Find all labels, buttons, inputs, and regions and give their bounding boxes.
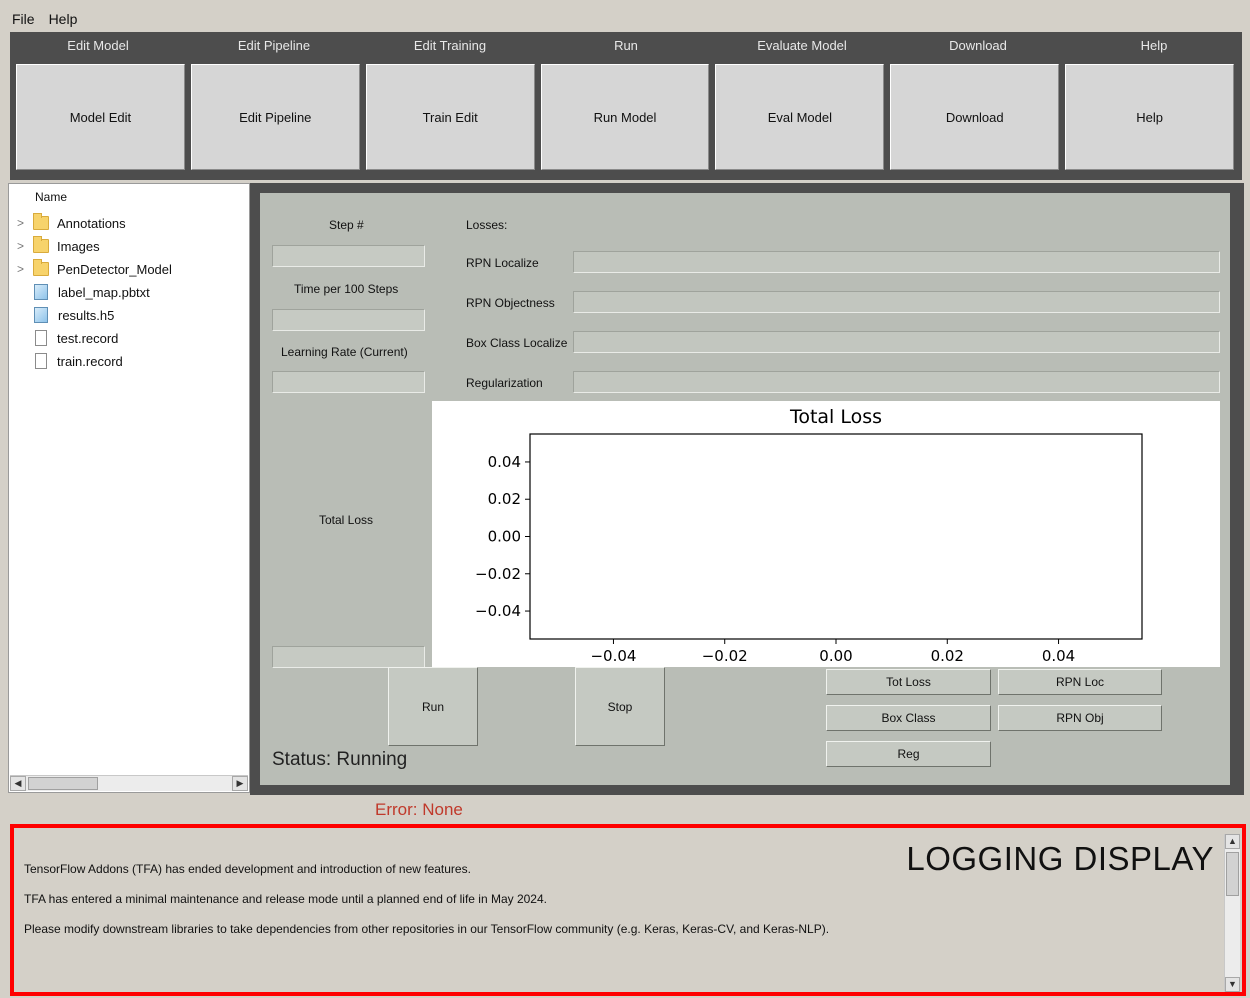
- rpn-localize-field: [573, 251, 1220, 273]
- time-per-100-field: [272, 309, 425, 331]
- tab-row: Edit Model Edit Pipeline Edit Training R…: [10, 32, 1242, 60]
- step-field: [272, 245, 425, 267]
- tab-evaluate-model[interactable]: Evaluate Model: [714, 32, 890, 60]
- tree-item-label: results.h5: [58, 307, 115, 323]
- help-button[interactable]: Help: [1065, 64, 1235, 170]
- y-tick-label: 0.04: [488, 453, 521, 471]
- regularization-label: Regularization: [466, 376, 543, 390]
- plot-frame: [529, 433, 1143, 640]
- log-line: Please modify downstream libraries to ta…: [24, 922, 830, 936]
- menu-file[interactable]: File: [12, 11, 35, 27]
- log-line: TFA has entered a minimal maintenance an…: [24, 892, 547, 906]
- big-button-row: Model Edit Edit Pipeline Train Edit Run …: [16, 64, 1235, 170]
- tree-item-label: PenDetector_Model: [57, 261, 172, 277]
- tree-item-images[interactable]: > Images: [17, 236, 100, 256]
- reg-button[interactable]: Reg: [826, 741, 991, 767]
- top-toolbar: Edit Model Edit Pipeline Edit Training R…: [10, 32, 1242, 180]
- tree-item-annotations[interactable]: > Annotations: [17, 213, 126, 233]
- y-tick-label: 0.00: [488, 528, 521, 546]
- regularization-field: [573, 371, 1220, 393]
- chevron-right-icon[interactable]: >: [17, 239, 33, 253]
- logging-display[interactable]: LOGGING DISPLAY TensorFlow Addons (TFA) …: [10, 824, 1246, 996]
- log-line: TensorFlow Addons (TFA) has ended develo…: [24, 862, 471, 876]
- scroll-thumb[interactable]: [28, 777, 98, 790]
- tree-item-label: train.record: [57, 353, 123, 369]
- tree-item-results[interactable]: results.h5: [17, 305, 114, 325]
- stop-button[interactable]: Stop: [575, 667, 665, 746]
- time-per-100-label: Time per 100 Steps: [294, 282, 399, 296]
- scroll-up-icon[interactable]: ▲: [1225, 834, 1240, 849]
- tab-download[interactable]: Download: [890, 32, 1066, 60]
- learning-rate-field: [272, 371, 425, 393]
- folder-icon: [33, 213, 49, 230]
- folder-icon: [33, 236, 49, 253]
- tree-item-label: test.record: [57, 330, 119, 346]
- box-class-localize-label: Box Class Localize: [466, 336, 568, 350]
- box-class-button[interactable]: Box Class: [826, 705, 991, 731]
- rpn-objectness-field: [573, 291, 1220, 313]
- total-loss-label: Total Loss: [319, 513, 374, 527]
- status-text: Status: Running: [272, 749, 408, 770]
- rpn-obj-button[interactable]: RPN Obj: [998, 705, 1162, 731]
- scroll-left-icon[interactable]: ◀: [10, 776, 26, 791]
- tab-help[interactable]: Help: [1066, 32, 1242, 60]
- x-tick-label: −0.04: [590, 647, 636, 665]
- scroll-thumb[interactable]: [1226, 852, 1239, 896]
- tree-item-label-map[interactable]: label_map.pbtxt: [17, 282, 150, 302]
- tree-item-label: label_map.pbtxt: [58, 284, 150, 300]
- run-model-button[interactable]: Run Model: [540, 64, 710, 170]
- rpn-loc-button[interactable]: RPN Loc: [998, 669, 1162, 695]
- logging-title: LOGGING DISPLAY: [906, 840, 1214, 877]
- learning-rate-label: Learning Rate (Current): [281, 345, 408, 359]
- run-button[interactable]: Run: [388, 667, 478, 746]
- model-edit-button[interactable]: Model Edit: [16, 64, 185, 170]
- file-icon: [35, 330, 47, 346]
- data-file-icon: [34, 284, 48, 300]
- eval-model-button[interactable]: Eval Model: [715, 64, 885, 170]
- menu-bar: File Help: [0, 8, 1250, 30]
- rpn-objectness-label: RPN Objectness: [466, 296, 555, 310]
- y-tick-label: −0.04: [475, 602, 521, 620]
- horizontal-scrollbar[interactable]: ◀ ▶: [10, 775, 248, 791]
- total-loss-field: [272, 646, 425, 668]
- chevron-right-icon[interactable]: >: [17, 262, 33, 276]
- losses-header: Losses:: [466, 218, 508, 232]
- y-tick-label: −0.02: [475, 565, 521, 583]
- tab-edit-training[interactable]: Edit Training: [362, 32, 538, 60]
- x-tick-label: −0.02: [702, 647, 748, 665]
- x-tick-label: 0.04: [1042, 647, 1075, 665]
- scroll-right-icon[interactable]: ▶: [232, 776, 248, 791]
- download-button[interactable]: Download: [890, 64, 1060, 170]
- file-tree: Name > Annotations > Images > PenDetecto…: [8, 183, 250, 793]
- file-icon: [35, 353, 47, 369]
- tab-edit-model[interactable]: Edit Model: [10, 32, 186, 60]
- tree-item-test-record[interactable]: test.record: [17, 328, 118, 348]
- scroll-down-icon[interactable]: ▼: [1225, 977, 1240, 992]
- edit-pipeline-button[interactable]: Edit Pipeline: [190, 64, 360, 170]
- total-loss-plot: Total Loss −0.04 −0.02 0.00 0.02 0.04 0.04 0.0…: [432, 401, 1220, 667]
- total-loss-chart: Total Loss −0.04 −0.02 0.00 0.02 0.04 0.04 0.0…: [475, 406, 1143, 665]
- tree-item-label: Annotations: [57, 215, 126, 231]
- x-tick-label: 0.00: [819, 647, 852, 665]
- tab-run[interactable]: Run: [538, 32, 714, 60]
- rpn-localize-label: RPN Localize: [466, 256, 539, 270]
- tree-item-pendetector-model[interactable]: > PenDetector_Model: [17, 259, 172, 279]
- tree-item-label: Images: [57, 238, 100, 254]
- error-text: Error: None: [375, 800, 463, 819]
- tab-edit-pipeline[interactable]: Edit Pipeline: [186, 32, 362, 60]
- train-edit-button[interactable]: Train Edit: [365, 64, 535, 170]
- chart-title: Total Loss: [789, 406, 882, 428]
- menu-help[interactable]: Help: [49, 11, 78, 27]
- x-tick-label: 0.02: [931, 647, 964, 665]
- vertical-scrollbar[interactable]: ▲ ▼: [1224, 834, 1240, 992]
- tree-item-train-record[interactable]: train.record: [17, 351, 123, 371]
- folder-icon: [33, 259, 49, 276]
- data-file-icon: [34, 307, 48, 323]
- chevron-right-icon[interactable]: >: [17, 216, 33, 230]
- y-tick-label: 0.02: [488, 490, 521, 508]
- name-column-header[interactable]: Name: [35, 190, 67, 204]
- tot-loss-button[interactable]: Tot Loss: [826, 669, 991, 695]
- box-class-localize-field: [573, 331, 1220, 353]
- step-label: Step #: [329, 218, 364, 232]
